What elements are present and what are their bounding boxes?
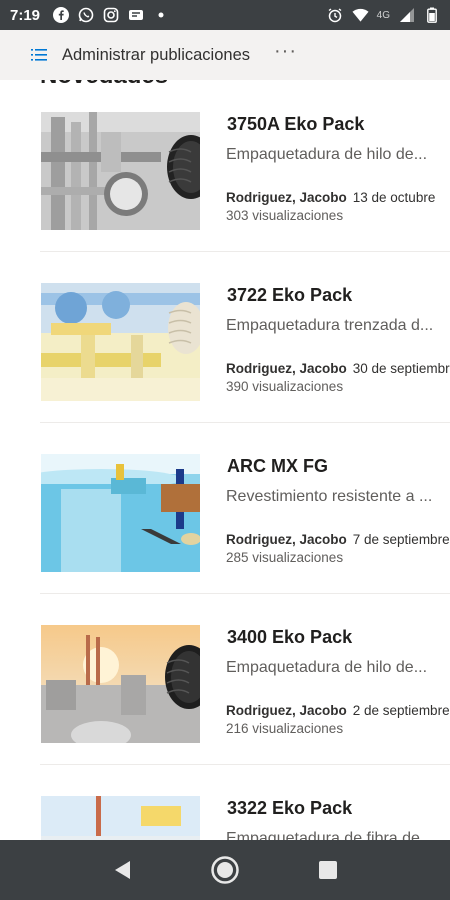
news-date: 30 de septiembre <box>352 361 450 376</box>
news-views: 390 visualizaciones <box>226 379 344 394</box>
news-views: 216 visualizaciones <box>226 721 344 736</box>
news-thumbnail[interactable] <box>41 112 200 230</box>
divider <box>40 764 450 765</box>
app-bar-title[interactable]: Administrar publicaciones <box>62 46 250 65</box>
news-thumbnail[interactable] <box>41 625 200 743</box>
hamburger-menu-icon[interactable] <box>28 44 50 66</box>
back-icon[interactable] <box>102 850 142 890</box>
news-item[interactable]: 3400 Eko Pack Empaquetadura de hilo de..… <box>0 593 450 764</box>
system-status: 4G <box>327 7 440 24</box>
news-title[interactable]: 3322 Eko Pack <box>227 798 352 819</box>
news-meta: Rodriguez, Jacobo 13 de octubre <box>226 190 435 205</box>
news-title[interactable]: 3722 Eko Pack <box>227 285 352 306</box>
news-title[interactable]: 3750A Eko Pack <box>227 114 364 135</box>
divider <box>40 593 450 594</box>
news-date: 7 de septiembre <box>352 532 450 547</box>
news-item[interactable]: 3322 Eko Pack Empaquetadura de fibra de.… <box>0 764 450 840</box>
network-type: 4G <box>376 9 390 21</box>
app-bar: Administrar publicaciones ··· <box>0 30 450 80</box>
news-item[interactable]: 3722 Eko Pack Empaquetadura trenzada d..… <box>0 251 450 422</box>
news-feed[interactable]: Novedades 3750A Eko Pack Empaquetadura d… <box>0 80 450 840</box>
news-author: Rodriguez, Jacobo <box>226 190 347 205</box>
news-item[interactable]: 3750A Eko Pack Empaquetadura de hilo de.… <box>0 80 450 251</box>
home-icon[interactable] <box>205 850 245 890</box>
notification-icons <box>52 7 169 24</box>
news-meta: Rodriguez, Jacobo 30 de septiembre <box>226 361 450 376</box>
more-options-icon[interactable]: ··· <box>274 41 297 64</box>
instagram-icon <box>102 7 119 24</box>
divider <box>40 422 450 423</box>
news-views: 285 visualizaciones <box>226 550 344 565</box>
news-description: Empaquetadura de fibra de... <box>226 830 434 840</box>
news-author: Rodriguez, Jacobo <box>226 532 347 547</box>
divider <box>40 251 450 252</box>
news-description: Empaquetadura de hilo de... <box>226 146 428 163</box>
news-title[interactable]: ARC MX FG <box>227 456 328 477</box>
whatsapp-icon <box>77 7 94 24</box>
alarm-icon <box>327 7 344 24</box>
system-nav-bar <box>0 840 450 900</box>
status-time: 7:19 <box>10 6 41 24</box>
news-author: Rodriguez, Jacobo <box>226 361 347 376</box>
news-description: Empaquetadura trenzada d... <box>226 317 434 334</box>
signal-icon <box>398 7 415 24</box>
wifi-icon <box>352 7 369 24</box>
facebook-icon <box>52 7 69 24</box>
news-views: 303 visualizaciones <box>226 208 344 223</box>
news-thumbnail[interactable] <box>41 283 200 401</box>
status-bar: 7:19 4G <box>0 0 450 30</box>
news-meta: Rodriguez, Jacobo 2 de septiembre <box>226 703 450 718</box>
news-author: Rodriguez, Jacobo <box>226 703 347 718</box>
news-description: Revestimiento resistente a ... <box>226 488 433 505</box>
news-item[interactable]: ARC MX FG Revestimiento resistente a ...… <box>0 422 450 593</box>
news-description: Empaquetadura de hilo de... <box>226 659 428 676</box>
news-thumbnail[interactable] <box>41 796 200 840</box>
news-date: 13 de octubre <box>352 190 436 205</box>
dot-icon <box>152 7 169 24</box>
recents-icon[interactable] <box>308 850 348 890</box>
battery-icon <box>423 7 440 24</box>
app-notification-icon <box>127 7 144 24</box>
news-meta: Rodriguez, Jacobo 7 de septiembre <box>226 532 450 547</box>
news-date: 2 de septiembre <box>352 703 450 718</box>
news-title[interactable]: 3400 Eko Pack <box>227 627 352 648</box>
news-thumbnail[interactable] <box>41 454 200 572</box>
